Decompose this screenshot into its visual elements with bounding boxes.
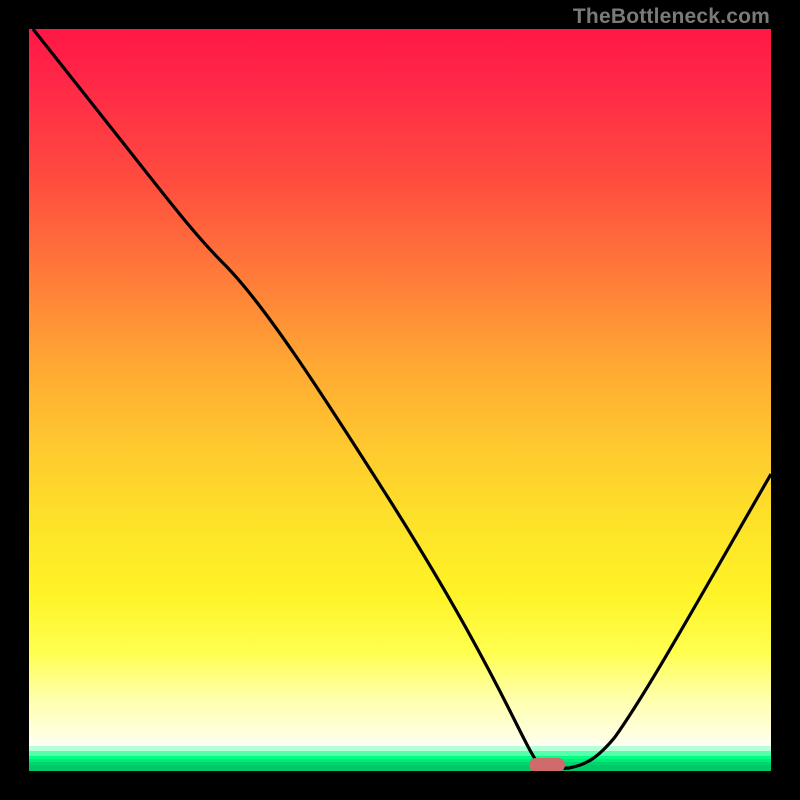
chart-frame: TheBottleneck.com <box>0 0 800 800</box>
plot-area <box>29 29 771 771</box>
optimal-marker <box>529 758 565 771</box>
watermark-text: TheBottleneck.com <box>573 5 770 29</box>
bottleneck-curve <box>29 29 771 771</box>
